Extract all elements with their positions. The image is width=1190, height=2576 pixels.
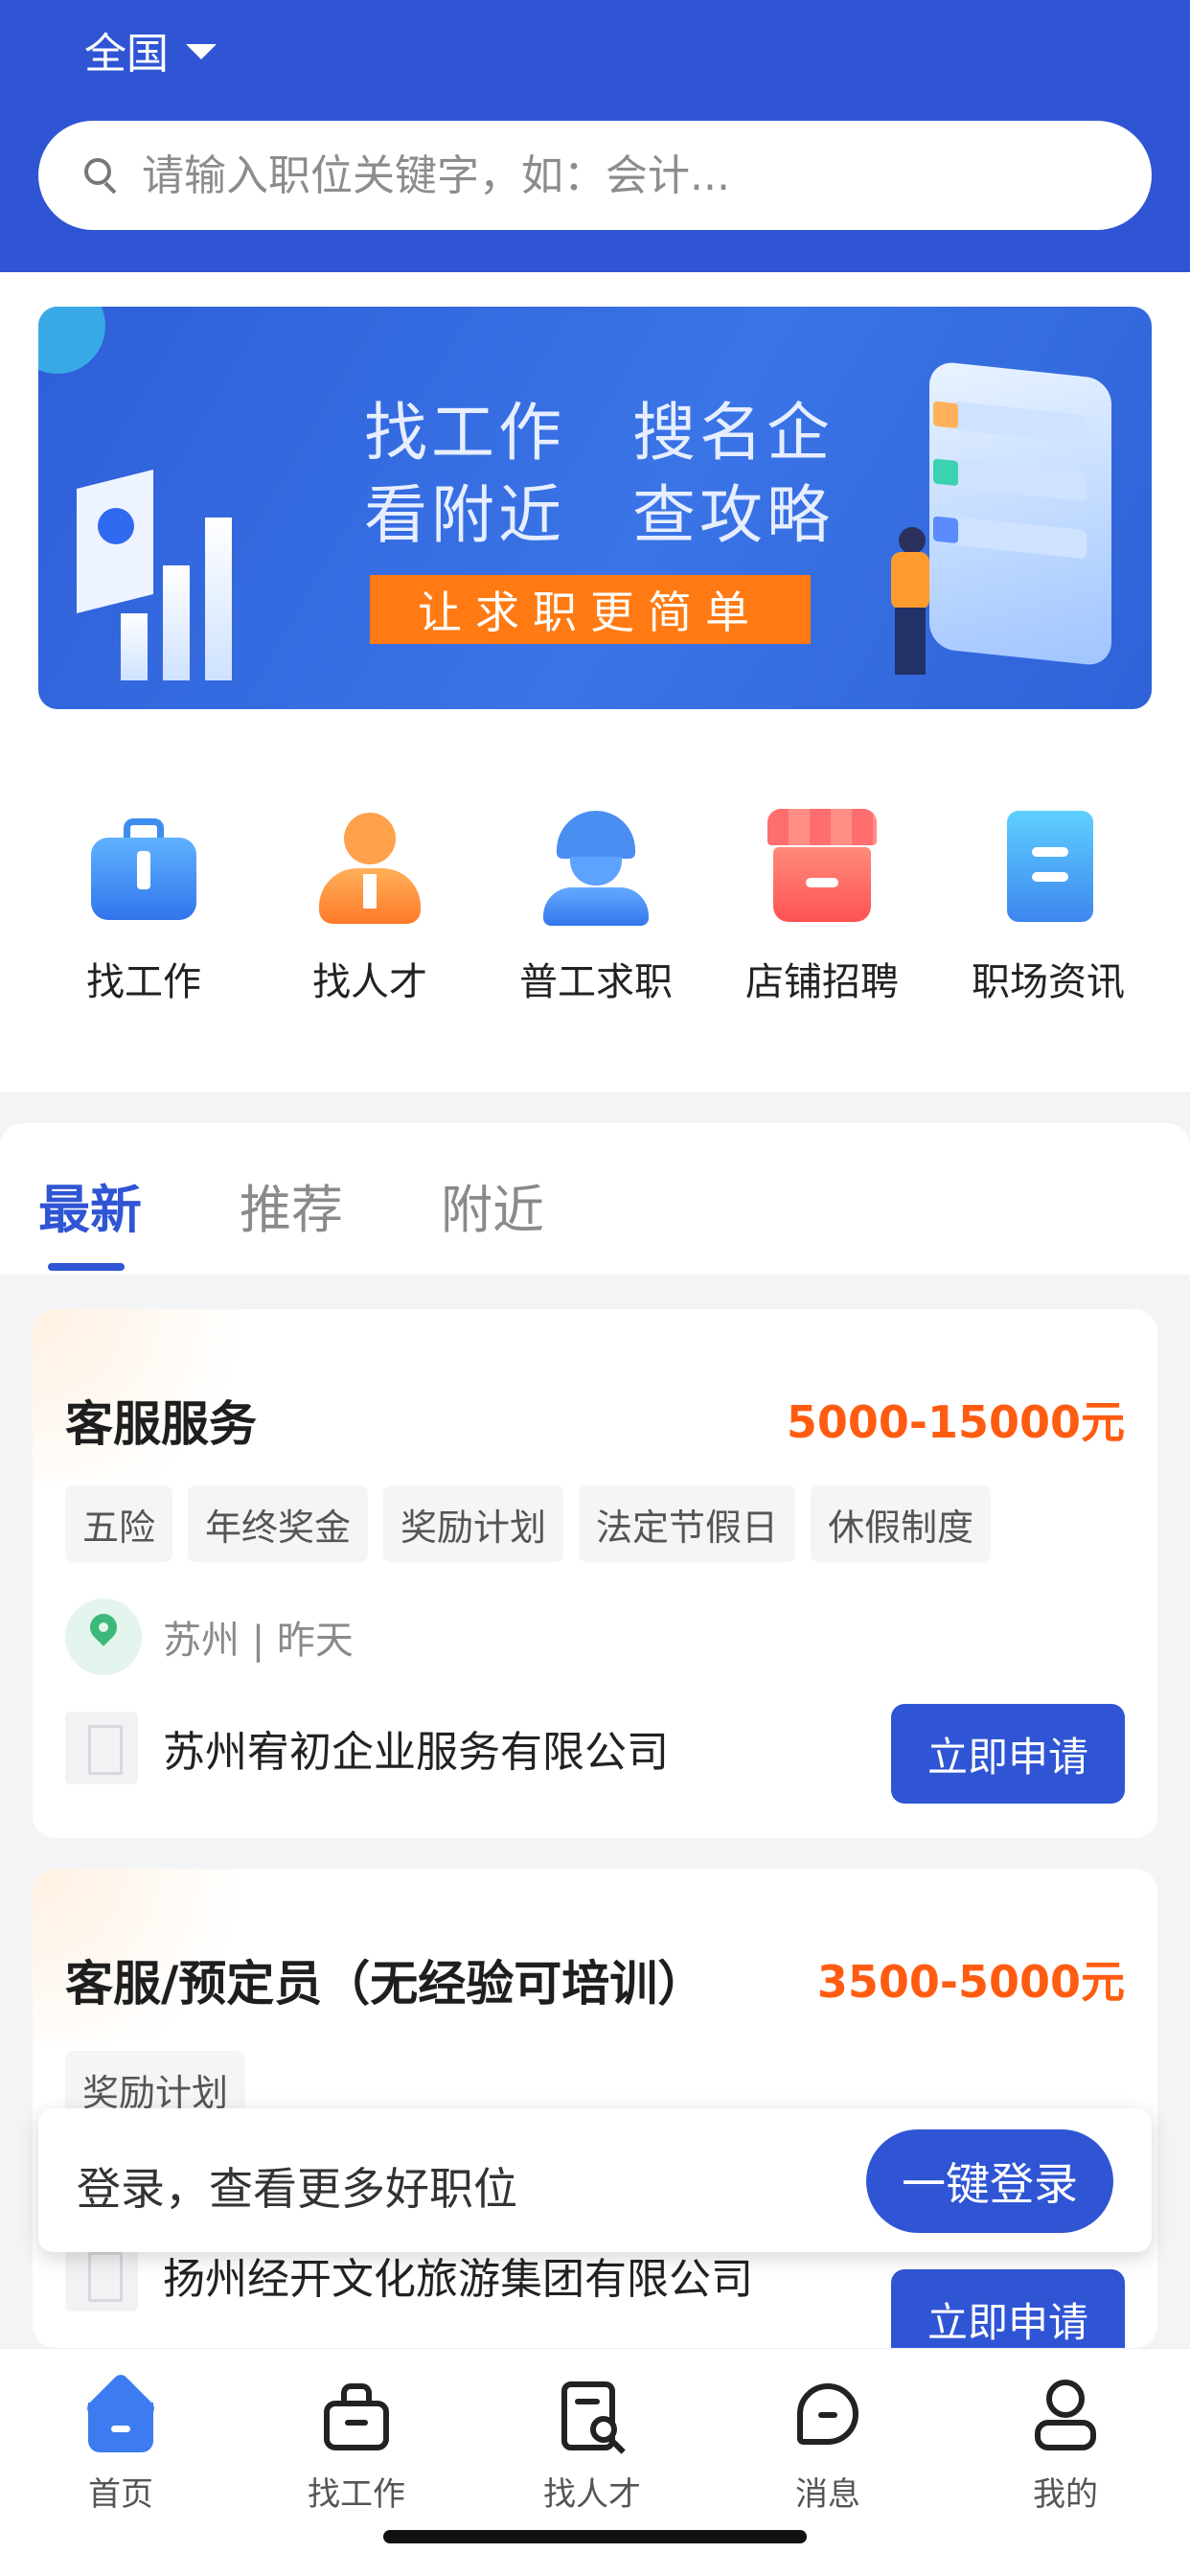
job-title: 客服服务 xyxy=(65,1396,257,1452)
tab-nearby[interactable]: 附近 xyxy=(441,1167,544,1243)
store-icon xyxy=(760,805,884,930)
benefit-tags: 五险 年终奖金 奖励计划 法定节假日 休假制度 xyxy=(65,1485,992,1562)
top-header: 全国 xyxy=(0,0,1190,272)
company-name: 苏州宥初企业服务有限公司 xyxy=(163,1728,669,1777)
quick-label: 找工作 xyxy=(86,960,201,1004)
quick-actions: 找工作 找人才 普工求职 店铺招聘 职场资讯 xyxy=(0,805,1190,1035)
profile-icon xyxy=(1027,2378,1104,2454)
building-icon xyxy=(65,1712,138,1784)
tab-recommended[interactable]: 推荐 xyxy=(240,1167,343,1243)
region-label: 全国 xyxy=(84,30,169,79)
quick-career-news[interactable]: 职场资讯 xyxy=(943,805,1154,1006)
nav-label: 我的 xyxy=(1033,2475,1098,2514)
nav-label: 消息 xyxy=(795,2475,860,2514)
nav-find-talent[interactable]: 找人才 xyxy=(506,2378,678,2515)
nav-home[interactable]: 首页 xyxy=(34,2371,207,2515)
nav-messages[interactable]: 消息 xyxy=(742,2378,914,2515)
message-icon xyxy=(790,2378,866,2454)
promo-banner[interactable]: 找工作 搜名企 看附近 查攻略 让求职更简单 xyxy=(38,307,1152,709)
active-tab-indicator xyxy=(48,1263,125,1271)
news-icon xyxy=(986,805,1110,930)
quick-label: 职场资讯 xyxy=(972,960,1125,1004)
nav-profile[interactable]: 我的 xyxy=(979,2378,1152,2515)
quick-label: 店铺招聘 xyxy=(745,960,899,1004)
quick-label: 找人才 xyxy=(312,960,427,1004)
benefit-tag: 五险 xyxy=(65,1485,173,1562)
briefcase-icon xyxy=(81,805,206,930)
job-card[interactable]: 客服服务 5000-15000元 五险 年终奖金 奖励计划 法定节假日 休假制度… xyxy=(33,1309,1157,1838)
quick-store-hiring[interactable]: 店铺招聘 xyxy=(717,805,927,1006)
benefit-tag: 休假制度 xyxy=(811,1485,992,1562)
apply-button[interactable]: 立即申请 xyxy=(891,1704,1125,1804)
resume-search-icon xyxy=(554,2378,630,2454)
login-prompt: 登录，查看更多好职位 一键登录 xyxy=(38,2108,1152,2252)
nav-label: 找工作 xyxy=(308,2475,405,2514)
job-feed-tabs: 最新 推荐 附近 xyxy=(0,1123,1190,1275)
job-location: 苏州 | 昨天 xyxy=(65,1598,354,1675)
banner-line-2: 看附近 查攻略 xyxy=(364,478,834,552)
banner-slogan: 让求职更简单 xyxy=(370,575,811,644)
quick-find-talent[interactable]: 找人才 xyxy=(264,805,475,1006)
location-and-date: 苏州 | 昨天 xyxy=(163,1619,354,1663)
worker-icon xyxy=(534,805,658,930)
tab-latest[interactable]: 最新 xyxy=(38,1167,142,1243)
home-indicator xyxy=(383,2530,807,2543)
nav-find-job[interactable]: 找工作 xyxy=(270,2378,443,2515)
quick-general-jobs[interactable]: 普工求职 xyxy=(491,805,701,1006)
home-icon xyxy=(82,2371,159,2454)
search-icon xyxy=(82,156,121,195)
one-click-login-button[interactable]: 一键登录 xyxy=(866,2129,1113,2233)
job-salary: 3500-5000元 xyxy=(816,1956,1125,2008)
nav-label: 首页 xyxy=(88,2475,153,2514)
quick-label: 普工求职 xyxy=(519,960,673,1004)
benefit-tag: 法定节假日 xyxy=(579,1485,796,1562)
decor-circle xyxy=(38,307,105,374)
caret-down-icon xyxy=(186,44,217,59)
nav-label: 找人才 xyxy=(543,2475,641,2514)
login-prompt-text: 登录，查看更多好职位 xyxy=(77,2163,517,2215)
search-bar[interactable] xyxy=(38,121,1152,230)
location-pin-icon xyxy=(65,1598,142,1675)
bag-icon xyxy=(318,2378,395,2454)
benefit-tag: 奖励计划 xyxy=(383,1485,564,1562)
person-illustration xyxy=(880,527,947,680)
company-info: 苏州宥初企业服务有限公司 xyxy=(65,1712,669,1784)
job-title: 客服/预定员（无经验可培训） xyxy=(65,1956,706,2012)
benefit-tag: 年终奖金 xyxy=(188,1485,369,1562)
banner-line-1: 找工作 搜名企 xyxy=(364,396,834,470)
company-name: 扬州经开文化旅游集团有限公司 xyxy=(163,2255,753,2304)
phone-illustration xyxy=(929,360,1111,667)
job-salary: 5000-15000元 xyxy=(786,1396,1125,1448)
region-selector[interactable]: 全国 xyxy=(84,21,217,79)
apply-button[interactable]: 立即申请 xyxy=(891,2269,1125,2348)
person-icon xyxy=(308,805,432,930)
search-input[interactable] xyxy=(142,150,1004,200)
quick-find-job[interactable]: 找工作 xyxy=(38,805,249,1006)
chart-illustration xyxy=(77,441,268,680)
